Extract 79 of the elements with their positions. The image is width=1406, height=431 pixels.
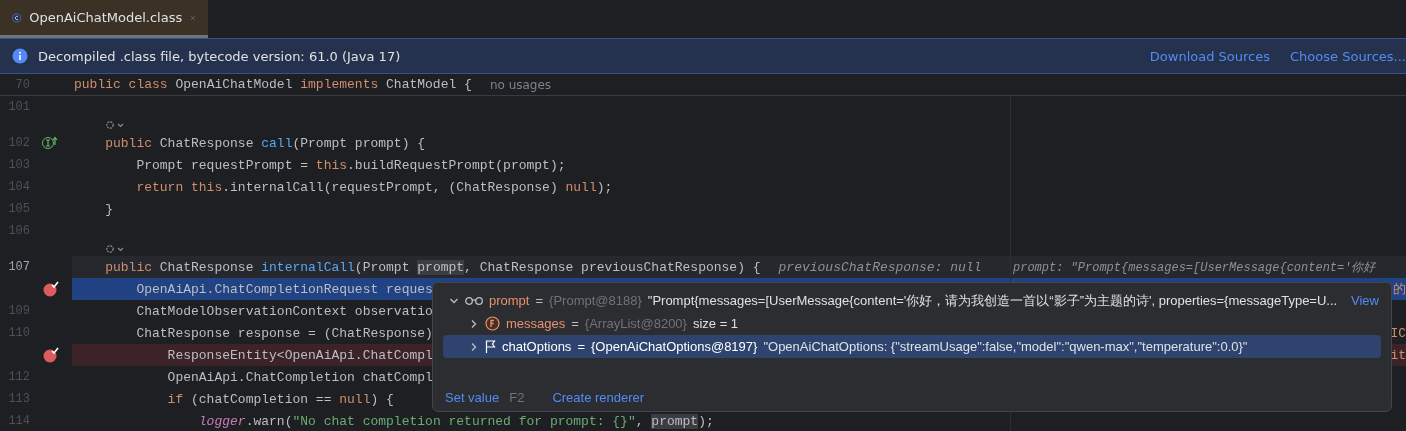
code-text: (chatCompletion == [190,391,333,407]
flag-icon [485,340,496,353]
banner-link[interactable]: Choose Sources... [1290,48,1406,64]
editor-tab[interactable]: OpenAiChatModel.class [0,0,208,38]
code-text: prompt [417,259,465,275]
banner-link[interactable]: Download Sources [1149,48,1271,64]
code-text: "No chat completion returned for prompt: {}" [292,413,636,429]
chevron-right-icon[interactable] [469,318,479,329]
code-text: ChatResponse [158,259,255,275]
variable-name: chatOptions [502,339,572,354]
breakpoint-icon[interactable] [43,281,59,297]
code-text: , [635,413,645,429]
variable-row[interactable]: chatOptions = {OpenAiChatOptions@8197} "OpenAiChatOptions: {"streamUsage":false,"model":"qwen-max","temperature":0.0}" [443,335,1381,358]
implements-icon[interactable] [42,136,60,150]
code-text: OpenAiApi.ChatCompletionRequest reques [135,281,433,297]
code-text: return [135,179,184,195]
variable-type: {Prompt@8188} [549,293,642,308]
code-text: prompt [651,413,699,429]
equals-sign: = [535,293,544,308]
code-text: public [104,135,152,151]
code-text: ) { [370,391,394,407]
code-text: public [104,259,152,275]
popup-action[interactable]: Set value [445,390,500,405]
equals-sign: = [571,316,579,331]
settings-caret-icon[interactable] [105,244,125,254]
variable-value: size = 1 [692,316,739,331]
code-text: logger [197,413,246,429]
variable-name: prompt [489,293,530,308]
code-text: .internalCall(requestPrompt, (ChatResponse) [222,179,559,195]
code-text: null [565,179,597,195]
inlay-hint: previousChatResponse: null [778,259,982,275]
code-text: ); [698,413,714,429]
info-icon [12,48,28,64]
equals-sign: = [577,339,585,354]
variable-value: "OpenAiChatOptions: {"streamUsage":false,"model":"qwen-max","temperature":0.0}" [763,339,1248,354]
code-text: } [104,201,113,217]
code-text: implements [300,77,379,92]
code-text: ChatResponse response = (ChatResponse) [135,325,433,341]
code-text: IC [1390,325,1406,341]
variable-type: {OpenAiChatOptions@8197} [590,339,758,354]
variable-row[interactable]: messages = {ArrayList@8200} size = 1 [443,312,1381,335]
code-text: this [315,157,348,173]
code-text: OpenAiChatModel [174,77,294,92]
field-icon [485,316,500,331]
code-text: (Prompt [354,259,411,275]
code-text: if [166,391,184,407]
code-text: ChatResponse [158,135,255,151]
code-text: internalCall [261,259,355,275]
variable-type: {ArrayList@8200} [584,316,687,331]
code-text: (Prompt prompt) { [292,135,426,151]
code-text: null [339,391,371,407]
code-text: call [261,135,293,151]
glasses-icon [465,296,483,305]
chevron-right-icon[interactable] [469,341,479,352]
code-text: ); [596,179,613,195]
code-text: .warn( [245,413,293,429]
code-text: public [74,77,121,92]
breakpoint-icon[interactable] [43,347,59,363]
code-text: .buildRequestPrompt(prompt); [347,157,566,173]
inlay-hint: prompt: "Prompt{messages=[UserMessage{content='你好 [1013,259,1376,276]
settings-caret-icon[interactable] [105,120,125,130]
code-text: OpenAiApi.ChatCompletion chatCompl [166,369,433,385]
variable-name: messages [506,316,566,331]
code-text: 的 [1393,280,1406,298]
variable-row[interactable]: prompt = {Prompt@8188} "Prompt{messages=[UserMessage{content='你好，请为我创造一首以“影子”为主题的诗', properties={messageType=U... View [443,289,1381,312]
code-text: ChatModel { [385,77,472,92]
line-number: 107 [7,260,30,274]
code-text: ChatModelObservationContext observatio [135,303,433,319]
variable-value: "Prompt{messages=[UserMessage{content='你好，请为我创造一首以“影子”为主题的诗', properties={messageType=U... [647,291,1338,310]
shortcut-hint: F2 [509,390,525,405]
code-text: ResponseEntity<OpenAiApi.ChatCompl [166,347,433,363]
code-text: , ChatResponse previousChatResponse) { [464,259,761,275]
code-text: this [190,179,223,195]
code-text: Prompt requestPrompt = [135,157,310,173]
code-text: class [127,77,168,92]
usages-hint: no usages [489,77,552,92]
popup-action[interactable]: Create renderer [552,390,645,405]
banner-text: Decompiled .class file, bytecode version: 61.0 (Java 17) [38,48,401,64]
view-link[interactable]: View [1351,293,1381,308]
